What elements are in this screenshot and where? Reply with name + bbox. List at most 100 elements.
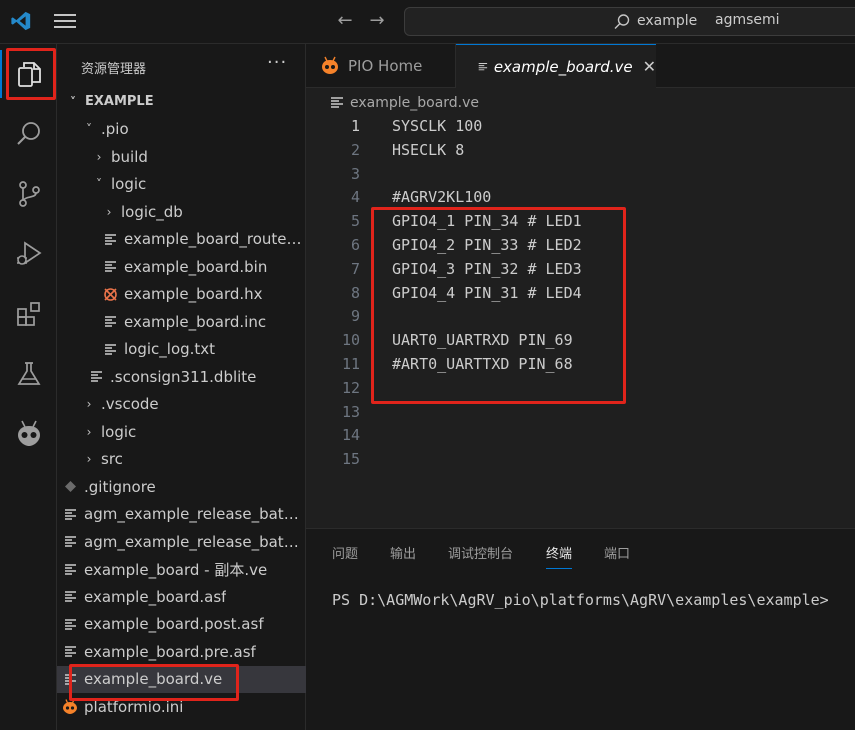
tree-folder[interactable]: › logic: [57, 418, 306, 445]
code-line[interactable]: 2 HSECLK 8: [306, 138, 855, 162]
back-arrow-icon[interactable]: ←: [334, 10, 356, 32]
code-line[interactable]: 9: [306, 304, 855, 328]
search-project-label: agmsemi: [715, 12, 780, 28]
line-number: 2: [350, 140, 360, 159]
tab-ports[interactable]: 端口: [604, 543, 630, 568]
tab-debug-console[interactable]: 调试控制台: [448, 543, 513, 568]
x-file-icon: [101, 286, 119, 302]
code-text: GPIO4_3 PIN_32 # LED3: [392, 259, 582, 278]
code-line[interactable]: 10 UART0_UARTRXD PIN_69: [306, 328, 855, 352]
tree-folder[interactable]: › build: [57, 143, 306, 170]
close-icon[interactable]: ✕: [643, 57, 656, 76]
terminal-prompt[interactable]: PS D:\AGMWork\AgRV_pio\platforms\AgRV\ex…: [332, 591, 829, 609]
testing-activity[interactable]: [0, 346, 57, 402]
line-number: 5: [350, 212, 360, 231]
search-icon: [16, 122, 40, 145]
tree-item-label: example_board.asf: [84, 587, 227, 606]
tree-file[interactable]: example_board.inc: [57, 308, 306, 335]
source-control-activity[interactable]: [0, 166, 57, 222]
code-line[interactable]: 12: [306, 376, 855, 400]
code-line[interactable]: 13: [306, 400, 855, 424]
extensions-activity[interactable]: [0, 286, 57, 342]
platformio-activity[interactable]: [0, 406, 57, 462]
forward-arrow-icon[interactable]: →: [366, 10, 388, 32]
breadcrumb[interactable]: example_board.ve: [330, 92, 479, 114]
search-activity[interactable]: [0, 106, 57, 162]
tree-file[interactable]: example_board.hx: [57, 281, 306, 308]
line-number: 10: [341, 331, 360, 350]
tree-item-label: example_board - 副本.ve: [84, 560, 268, 579]
run-debug-activity[interactable]: [0, 226, 57, 282]
tree-file[interactable]: .sconsign311.dblite: [57, 363, 306, 390]
tab-terminal[interactable]: 终端: [546, 543, 573, 569]
line-number: 7: [350, 259, 360, 278]
line-number: 13: [341, 402, 360, 421]
breadcrumb-file: example_board.ve: [350, 95, 480, 111]
tab-example-board-ve[interactable]: example_board.ve ✕: [456, 44, 656, 88]
code-line[interactable]: 4 #AGRV2KL100: [306, 185, 855, 209]
code-line[interactable]: 1 SYSCLK 100: [306, 114, 855, 138]
menu-icon[interactable]: [54, 14, 76, 30]
tree-item-label: .gitignore: [84, 477, 156, 496]
chevron-down-icon: ˅: [96, 177, 102, 191]
folder-root[interactable]: ˅ EXAMPLE: [57, 88, 306, 115]
tree-file[interactable]: platformio.ini: [57, 693, 306, 720]
code-line[interactable]: 8 GPIO4_4 PIN_31 # LED4: [306, 281, 855, 305]
tree-file[interactable]: example_board.bin: [57, 253, 306, 280]
tree-file[interactable]: example_board.post.asf: [57, 611, 306, 638]
tree-item-label: .sconsign311.dblite: [110, 367, 257, 386]
code-line[interactable]: 7 GPIO4_3 PIN_32 # LED3: [306, 257, 855, 281]
tree-item-label: example_board.bin: [124, 257, 268, 276]
code-line[interactable]: 15: [306, 447, 855, 471]
code-line[interactable]: 5 GPIO4_1 PIN_34 # LED1: [306, 209, 855, 233]
code-line[interactable]: 3: [306, 162, 855, 186]
lines-icon: [61, 589, 79, 605]
tree-folder[interactable]: ˅ .pio: [57, 116, 306, 143]
flask-icon: [16, 362, 41, 385]
explorer-title: 资源管理器: [81, 62, 147, 77]
activity-bar: [0, 44, 57, 730]
line-number: 4: [350, 188, 360, 207]
code-line[interactable]: 11 #ART0_UARTTXD PIN_68: [306, 352, 855, 376]
tree-file[interactable]: logic_log.txt: [57, 336, 306, 363]
lines-icon: [61, 534, 79, 550]
tree-item-label: logic: [111, 175, 147, 193]
tree-item-label: src: [101, 450, 123, 468]
line-number: 8: [350, 283, 360, 302]
more-actions-icon[interactable]: ···: [267, 52, 287, 73]
lines-icon: [61, 506, 79, 522]
tree-folder[interactable]: › src: [57, 446, 306, 473]
tree-file[interactable]: .gitignore: [57, 473, 306, 500]
code-editor[interactable]: 1 SYSCLK 100 2 HSECLK 8 3 4 #AGRV2KL100 5 GPIO4_…: [306, 114, 855, 528]
files-icon: [17, 62, 41, 87]
explorer-activity[interactable]: [0, 46, 57, 102]
code-line[interactable]: 6 GPIO4_2 PIN_33 # LED2: [306, 233, 855, 257]
code-text: SYSCLK 100: [392, 117, 483, 135]
tree-file[interactable]: agm_example_release_batc...: [57, 501, 306, 528]
tree-folder[interactable]: › logic_db: [57, 198, 306, 225]
tree-item-label: example_board.inc: [124, 312, 267, 331]
extensions-icon: [16, 302, 40, 326]
tree-file[interactable]: agm_example_release_batc...: [57, 528, 306, 555]
code-text: #AGRV2KL100: [392, 188, 492, 207]
lines-icon: [87, 369, 105, 385]
tree-file[interactable]: example_board.ve: [57, 665, 306, 693]
tree-item-label: example_board_routed.v: [124, 230, 306, 248]
tab-pio-home[interactable]: PIO Home: [306, 44, 456, 88]
tree-item-label: agm_example_release_batc...: [84, 505, 306, 523]
tree-folder[interactable]: ˅ logic: [57, 171, 306, 198]
tree-folder[interactable]: › .vscode: [57, 391, 306, 418]
tree-item-label: .vscode: [101, 395, 159, 413]
tab-output[interactable]: 输出: [390, 543, 416, 568]
tree-file[interactable]: example_board.asf: [57, 583, 306, 610]
command-center-search[interactable]: example agmsemi: [404, 7, 855, 36]
line-number: 12: [341, 378, 360, 397]
tree-file[interactable]: example_board_routed.v: [57, 226, 306, 253]
explorer-sidebar: 资源管理器 ··· ˅ EXAMPLE ˅ .pio › build ˅ logic › logi…: [57, 44, 306, 730]
code-line[interactable]: 14: [306, 423, 855, 447]
tab-problems[interactable]: 问题: [332, 543, 358, 568]
tree-file[interactable]: example_board.pre.asf: [57, 638, 306, 665]
code-text: #ART0_UARTTXD PIN_68: [392, 355, 573, 373]
tree-file[interactable]: example_board - 副本.ve: [57, 556, 306, 583]
tree-item-label: example_board.post.asf: [84, 615, 264, 633]
